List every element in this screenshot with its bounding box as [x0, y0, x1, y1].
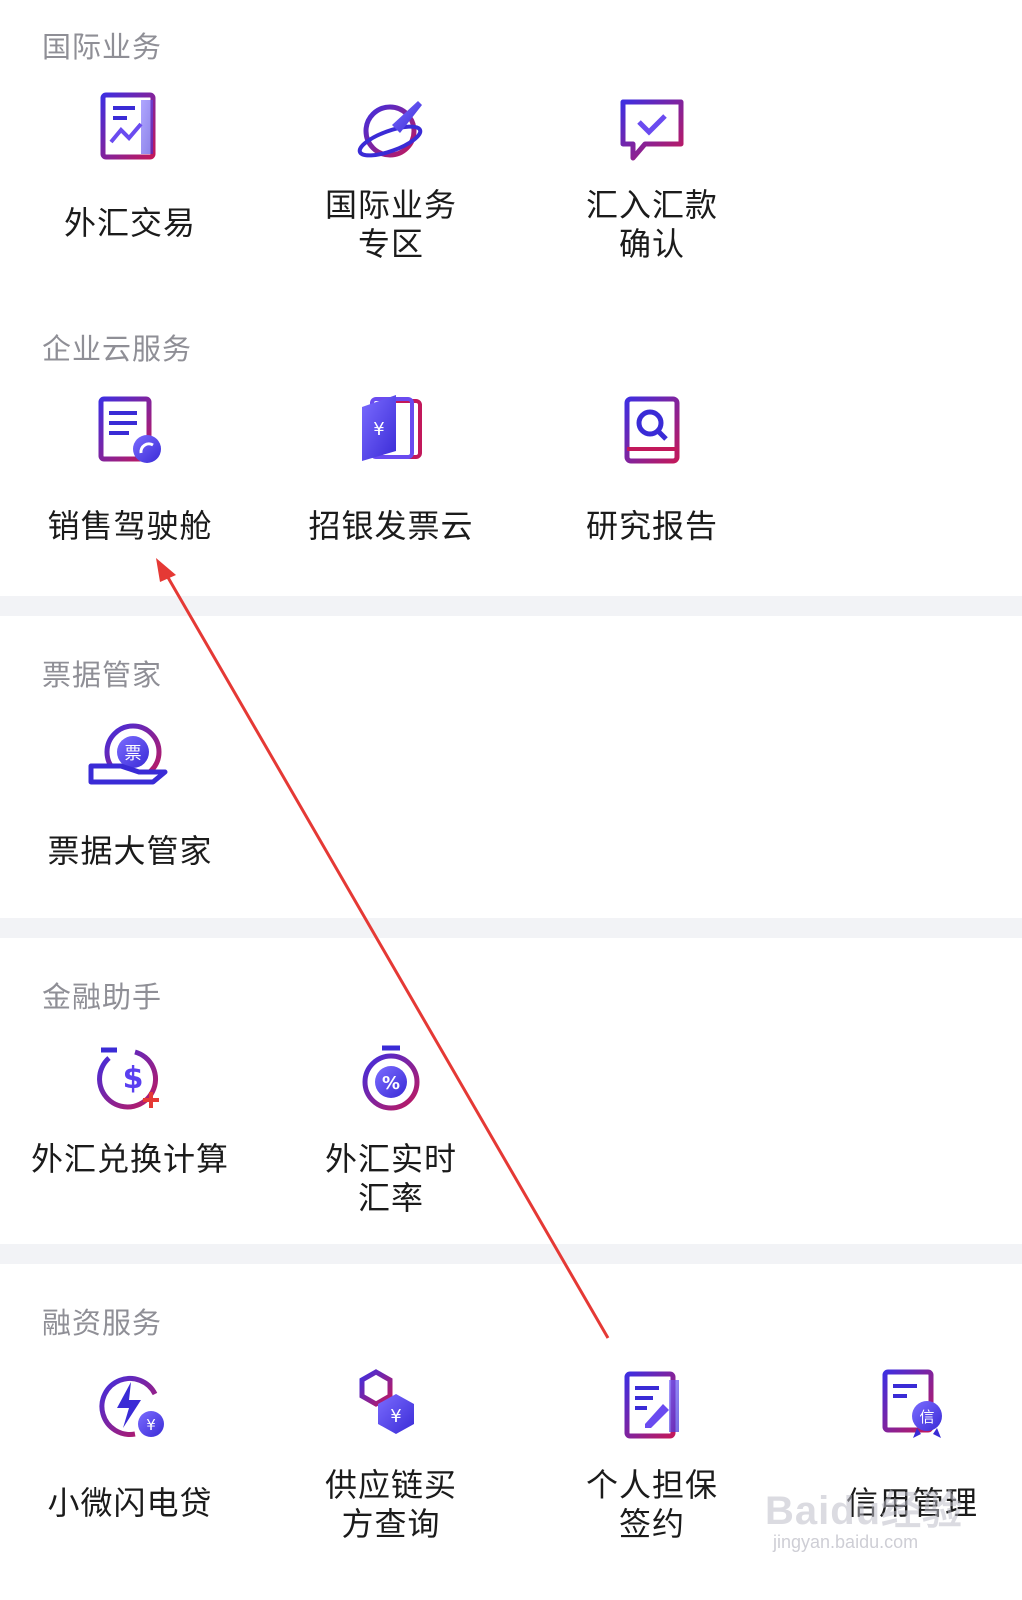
- chat-check-icon: [617, 96, 687, 166]
- tile-international-zone[interactable]: 国际业务专区: [276, 88, 506, 288]
- svg-text:¥: ¥: [373, 419, 384, 440]
- section-divider: [0, 918, 1022, 938]
- section-divider: [0, 1244, 1022, 1264]
- section-divider: [0, 596, 1022, 616]
- tile-label: 汇入汇款确认: [585, 186, 718, 263]
- tile-label: 外汇兑换计算: [30, 1140, 229, 1178]
- list-document-gauge-icon: [95, 395, 165, 465]
- tile-label: 小微闪电贷: [47, 1484, 213, 1522]
- tile-label: 研究报告: [585, 507, 718, 545]
- hexagon-yen-icon: ¥: [356, 1368, 426, 1438]
- tile-label: 外汇交易: [63, 204, 196, 242]
- tile-fx-realtime-rate[interactable]: % 外汇实时汇率: [276, 1042, 506, 1242]
- svg-text:¥: ¥: [146, 1416, 156, 1434]
- tile-research-report[interactable]: 研究报告: [537, 395, 767, 565]
- svg-text:%: %: [382, 1073, 400, 1094]
- tile-bill-manager[interactable]: 票 票据大管家: [15, 720, 245, 890]
- tile-sales-cockpit[interactable]: 销售驾驶舱: [15, 395, 245, 565]
- tile-label: 销售驾驶舱: [47, 507, 213, 545]
- tile-label: 供应链买方查询: [324, 1466, 457, 1543]
- tile-micro-loan[interactable]: ¥ 小微闪电贷: [15, 1368, 245, 1568]
- section-title: 国际业务: [42, 30, 163, 64]
- dollar-exchange-timer-icon: $: [95, 1042, 165, 1112]
- percent-stopwatch-icon: %: [356, 1042, 426, 1112]
- globe-plane-icon: [356, 93, 426, 163]
- yen-invoice-book-icon: ¥: [356, 393, 426, 463]
- tile-fx-converter[interactable]: $ 外汇兑换计算: [15, 1042, 245, 1242]
- section-finance-assistant: 金融助手 $ 外汇兑换计算 % 外汇实时汇率: [0, 938, 1022, 1244]
- tile-label: 招银发票云: [308, 507, 474, 545]
- tile-fx-trading[interactable]: 外汇交易: [15, 88, 245, 288]
- edit-document-icon: [617, 1370, 687, 1440]
- tile-label: 个人担保签约: [585, 1466, 718, 1543]
- tile-invoice-cloud[interactable]: ¥ 招银发票云: [276, 395, 506, 565]
- credit-badge-document-icon: 信: [877, 1368, 947, 1438]
- section-bill-manager: 票据管家 票 票据大管家: [0, 616, 1022, 918]
- section-enterprise-cloud: 企业云服务 销售驾驶舱 ¥ 招银发票云 研究报告: [0, 300, 1022, 596]
- section-title: 企业云服务: [42, 332, 193, 366]
- tile-supply-chain-buyer[interactable]: ¥ 供应链买方查询: [276, 1368, 506, 1568]
- tile-remittance-confirm[interactable]: 汇入汇款确认: [537, 88, 767, 288]
- section-international: 国际业务 外汇交易 国际业务专区 汇入汇款确认: [0, 0, 1022, 300]
- tile-label: 外汇实时汇率: [324, 1140, 457, 1217]
- svg-text:票: 票: [125, 744, 142, 764]
- tile-personal-guarantee[interactable]: 个人担保签约: [537, 1368, 767, 1568]
- section-title: 融资服务: [42, 1306, 163, 1340]
- tile-label: 国际业务专区: [324, 186, 457, 263]
- tile-label: 票据大管家: [47, 832, 213, 870]
- svg-text:$: $: [123, 1061, 144, 1096]
- fx-chart-document-icon: [95, 90, 165, 160]
- hand-bill-coin-icon: 票: [87, 720, 173, 790]
- book-search-icon: [617, 395, 687, 465]
- svg-text:¥: ¥: [390, 1406, 401, 1427]
- section-title: 票据管家: [42, 658, 163, 692]
- tile-label: 信用管理: [845, 1484, 978, 1522]
- section-title: 金融助手: [42, 980, 163, 1014]
- tile-credit-management[interactable]: 信 信用管理: [797, 1368, 1022, 1568]
- lightning-yen-icon: ¥: [95, 1370, 165, 1440]
- section-financing: 融资服务 ¥ 小微闪电贷 ¥ 供应链买方查询 个人担保签约 信 信用管理: [0, 1264, 1022, 1600]
- svg-text:信: 信: [919, 1408, 934, 1426]
